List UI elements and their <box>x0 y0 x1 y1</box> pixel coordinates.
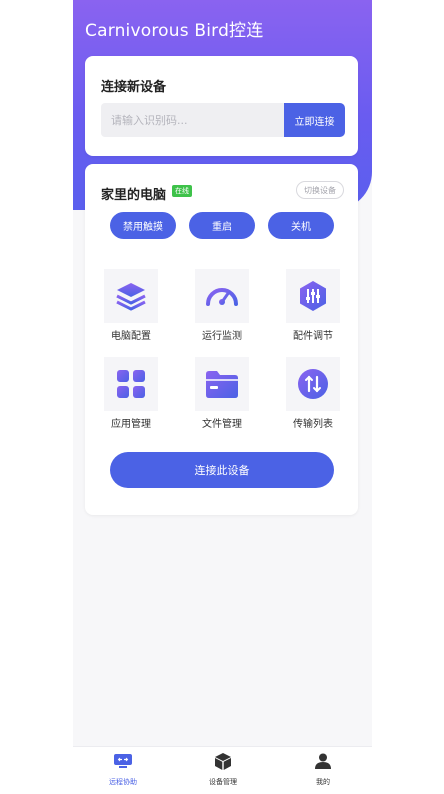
layers-icon <box>104 269 158 323</box>
tab-device-manage[interactable]: 设备管理 <box>173 747 273 794</box>
folder-icon <box>195 357 249 411</box>
identification-code-input[interactable] <box>101 103 284 137</box>
restart-button[interactable]: 重启 <box>189 212 255 239</box>
connect-new-device-card: 连接新设备 立即连接 <box>85 56 358 156</box>
sliders-icon <box>286 269 340 323</box>
tab-mine[interactable]: 我的 <box>273 747 372 794</box>
tab-remote-assist[interactable]: 远程协助 <box>73 747 173 794</box>
feature-transfer-list[interactable]: 传输列表 <box>279 357 347 437</box>
speedometer-icon <box>195 269 249 323</box>
shutdown-button[interactable]: 关机 <box>268 212 334 239</box>
connect-now-button[interactable]: 立即连接 <box>284 103 345 137</box>
feature-file-manage[interactable]: 文件管理 <box>188 357 256 437</box>
cube-icon <box>214 752 232 770</box>
feature-run-monitor[interactable]: 运行监测 <box>188 269 256 349</box>
tab-label: 远程协助 <box>109 778 137 786</box>
bottom-tab-bar: 远程协助 设备管理 我的 <box>73 746 372 794</box>
device-card: 家里的电脑 在线 切换设备 禁用触摸 重启 关机 电脑配置 运行监测 配件调节 … <box>85 164 358 515</box>
feature-label: 传输列表 <box>293 419 333 430</box>
feature-label: 配件调节 <box>293 331 333 342</box>
feature-label: 文件管理 <box>202 419 242 430</box>
feature-label: 运行监测 <box>202 331 242 342</box>
tab-label: 设备管理 <box>209 778 237 786</box>
transfer-icon <box>286 357 340 411</box>
feature-accessory-adjust[interactable]: 配件调节 <box>279 269 347 349</box>
feature-pc-config[interactable]: 电脑配置 <box>97 269 165 349</box>
app-title: Carnivorous Bird控连 <box>85 21 264 41</box>
card-title: 连接新设备 <box>101 80 167 95</box>
device-name: 家里的电脑 <box>101 188 167 203</box>
user-icon <box>314 753 332 769</box>
switch-device-button[interactable]: 切换设备 <box>296 181 344 199</box>
feature-label: 电脑配置 <box>111 331 151 342</box>
connect-this-device-button[interactable]: 连接此设备 <box>110 452 334 488</box>
tab-label: 我的 <box>316 778 330 786</box>
feature-app-manage[interactable]: 应用管理 <box>97 357 165 437</box>
remote-icon <box>114 753 132 769</box>
phone-screen: Carnivorous Bird控连 连接新设备 立即连接 家里的电脑 在线 切… <box>73 0 372 794</box>
feature-label: 应用管理 <box>111 419 151 430</box>
grid-icon <box>104 357 158 411</box>
disable-touch-button[interactable]: 禁用触摸 <box>110 212 176 239</box>
online-status-badge: 在线 <box>172 185 192 197</box>
